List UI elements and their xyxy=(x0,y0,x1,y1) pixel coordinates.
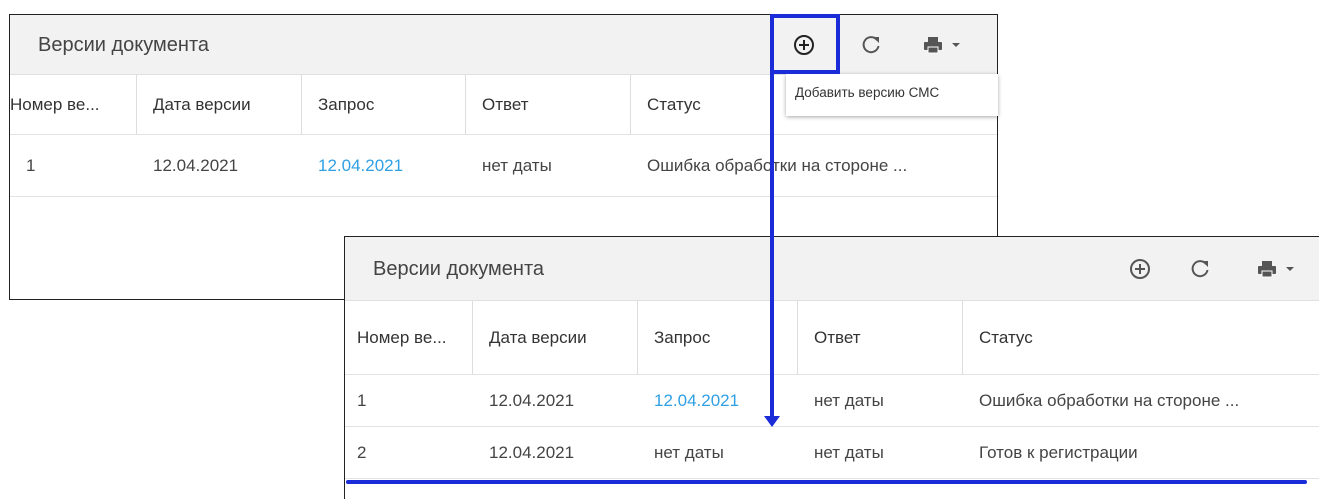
cell-version-date: 12.04.2021 xyxy=(153,155,239,175)
table-row[interactable]: 2 12.04.2021 нет даты нет даты Готов к р… xyxy=(345,427,1319,479)
caret-down-icon xyxy=(952,43,960,47)
panel-title: Версии документа xyxy=(38,34,210,56)
cell-response: нет даты xyxy=(814,442,884,462)
column-header-version-date[interactable]: Дата версии xyxy=(473,301,638,374)
refresh-icon xyxy=(862,36,880,54)
annotation-arrow-head xyxy=(764,416,780,427)
table-row[interactable]: 1 12.04.2021 12.04.2021 нет даты Ошибка … xyxy=(10,135,997,197)
column-header-version-date[interactable]: Дата версии xyxy=(137,75,302,134)
cell-request-link[interactable]: 12.04.2021 xyxy=(302,135,466,196)
cell-number: 1 xyxy=(26,155,36,175)
printer-icon xyxy=(924,37,942,54)
column-header-number[interactable]: Номер ве... xyxy=(10,75,137,134)
column-header-number[interactable]: Номер ве... xyxy=(345,301,473,374)
cell-response: нет даты xyxy=(814,390,884,410)
cell-version-date: 12.04.2021 xyxy=(489,442,575,462)
table-row[interactable]: 1 12.04.2021 12.04.2021 нет даты Ошибка … xyxy=(345,375,1319,427)
annotation-arrow xyxy=(770,74,774,418)
add-button-highlight xyxy=(770,14,840,74)
versions-panel-after: Версии документа Номер ве... Дата версии… xyxy=(344,236,1319,499)
add-version-tooltip: Добавить версию СМС xyxy=(786,74,998,116)
column-header-request[interactable]: Запрос xyxy=(638,301,798,374)
refresh-button[interactable] xyxy=(857,31,885,59)
cell-number: 2 xyxy=(357,442,367,462)
column-header-request[interactable]: Запрос xyxy=(302,75,466,134)
print-button[interactable] xyxy=(917,31,967,59)
cell-number: 1 xyxy=(357,390,367,410)
table-header-row: Номер ве... Дата версии Запрос Ответ Ста… xyxy=(345,301,1319,375)
cell-status: Готов к регистрации xyxy=(979,442,1138,462)
cell-status: Ошибка обработки на стороне ... xyxy=(979,390,1240,410)
panel-header: Версии документа xyxy=(345,237,1319,301)
plus-circle-icon xyxy=(1130,259,1150,279)
cell-response: нет даты xyxy=(482,155,552,175)
column-header-response[interactable]: Ответ xyxy=(466,75,631,134)
refresh-button[interactable] xyxy=(1186,255,1214,283)
refresh-icon xyxy=(1191,260,1209,278)
print-button[interactable] xyxy=(1248,255,1304,283)
column-header-response[interactable]: Ответ xyxy=(798,301,963,374)
printer-icon xyxy=(1258,261,1276,278)
column-header-status[interactable]: Статус xyxy=(963,301,1319,374)
panel-header: Версии документа xyxy=(10,15,997,75)
caret-down-icon xyxy=(1286,267,1294,271)
cell-status: Ошибка обработки на стороне ... xyxy=(647,155,908,175)
new-row-underline xyxy=(346,480,1307,484)
cell-version-date: 12.04.2021 xyxy=(489,390,575,410)
panel-title: Версии документа xyxy=(373,258,545,280)
cell-request: нет даты xyxy=(654,442,724,462)
add-version-button[interactable] xyxy=(1126,255,1154,283)
